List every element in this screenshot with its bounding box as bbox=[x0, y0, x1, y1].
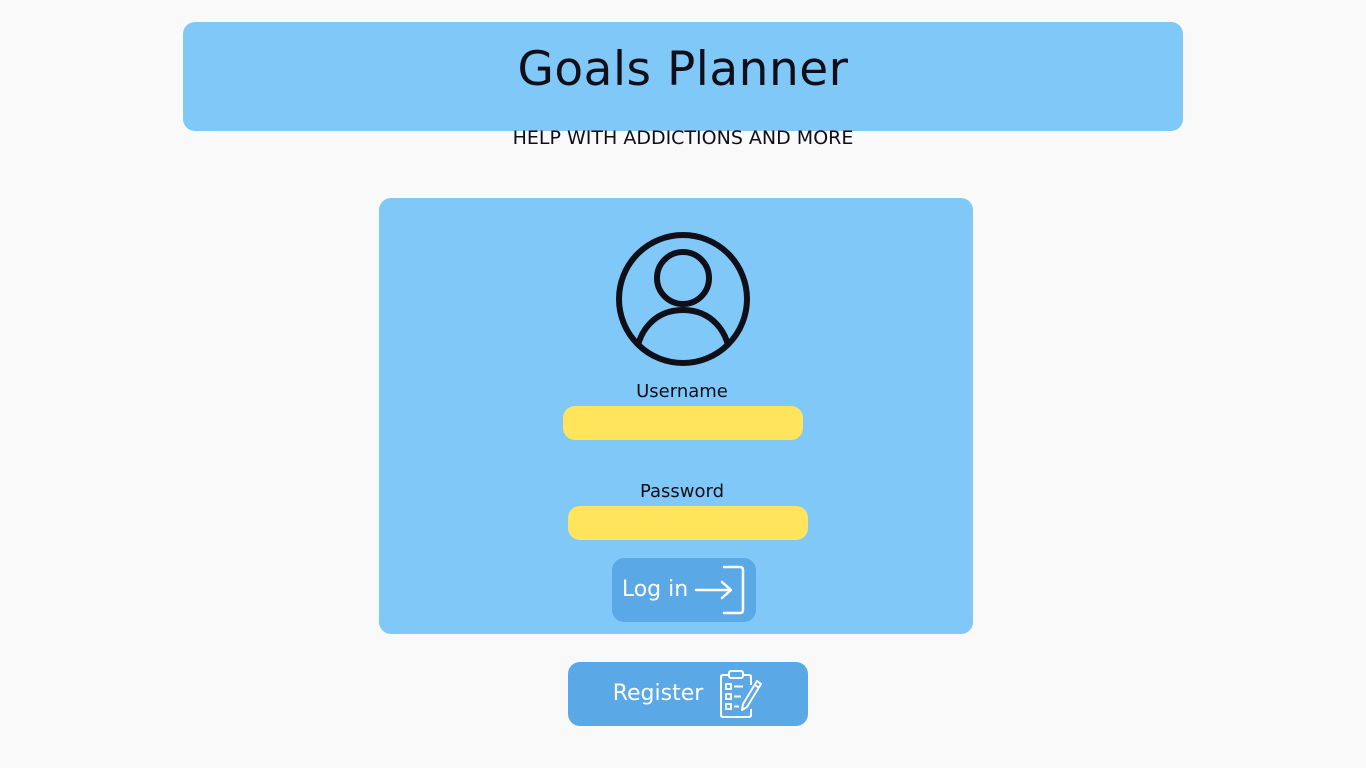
username-input[interactable] bbox=[563, 406, 803, 440]
page-title: Goals Planner bbox=[517, 42, 849, 97]
login-button-label: Log in bbox=[621, 577, 689, 602]
login-button[interactable]: Log in bbox=[612, 558, 756, 622]
username-label: Username bbox=[636, 381, 728, 402]
user-avatar-icon bbox=[614, 230, 752, 368]
register-button-label: Register bbox=[612, 681, 704, 706]
page: Goals Planner HELP WITH ADDICTIONS AND M… bbox=[0, 0, 1366, 768]
login-card: Username Password Log in bbox=[379, 198, 973, 634]
password-input[interactable] bbox=[568, 506, 808, 540]
password-label: Password bbox=[639, 481, 725, 502]
clipboard-edit-icon bbox=[719, 669, 763, 719]
login-arrow-icon bbox=[694, 565, 746, 615]
register-button[interactable]: Register bbox=[568, 662, 808, 726]
page-subtitle: HELP WITH ADDICTIONS AND MORE bbox=[512, 127, 854, 149]
header-banner: Goals Planner HELP WITH ADDICTIONS AND M… bbox=[183, 22, 1183, 149]
